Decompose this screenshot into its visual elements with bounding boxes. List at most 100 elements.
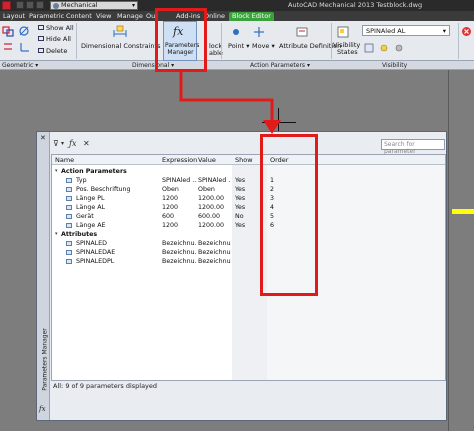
delete-button[interactable]: Delete xyxy=(38,47,67,55)
tab-block-editor[interactable]: Block Editor xyxy=(229,12,274,21)
parameter-value[interactable]: Oben xyxy=(198,186,231,193)
parameter-show[interactable]: Yes xyxy=(235,195,245,202)
hide-all-button[interactable]: Hide All xyxy=(38,35,71,43)
palette-title-bar[interactable]: ✕ Parameters Manager fx xyxy=(37,132,50,420)
crosshair-cursor xyxy=(262,122,296,123)
dimensional-constraint-icon[interactable] xyxy=(113,24,127,38)
visibility-states-icon[interactable] xyxy=(337,26,349,38)
column-header-value[interactable]: Value xyxy=(198,156,216,164)
delete-parameter-icon[interactable]: ✕ xyxy=(83,139,90,148)
parameter-show[interactable]: No xyxy=(235,213,244,220)
parallel-constraint-icon[interactable] xyxy=(2,41,14,53)
panel-title-geometric[interactable]: Geometric ▾ xyxy=(2,62,38,69)
column-header-name[interactable]: Name xyxy=(55,156,74,164)
parameter-show[interactable]: Yes xyxy=(235,222,245,229)
panel-title-visibility[interactable]: Visibility xyxy=(382,62,407,69)
new-user-parameter-icon[interactable]: ƒx xyxy=(69,139,76,148)
table-row[interactable]: Pos. Beschriftung Oben Oben Yes 2 xyxy=(52,185,445,194)
chevron-down-icon[interactable]: ▾ xyxy=(61,140,64,147)
tab-parametric[interactable]: Parametric xyxy=(29,12,64,21)
annotation-box-parameters-manager xyxy=(155,8,207,72)
category-row-action-parameters[interactable]: ▾ Action Parameters xyxy=(52,167,445,176)
drawing-geometry xyxy=(452,209,474,214)
parameter-show[interactable]: Yes xyxy=(235,204,245,211)
move-action-icon[interactable] xyxy=(253,26,265,38)
ribbon-panel: Show All Hide All Delete Dimensional Con… xyxy=(0,21,474,61)
table-row[interactable]: Länge AE 1200 1200.00 Yes 6 xyxy=(52,221,445,230)
parameter-expression[interactable]: 1200 xyxy=(162,195,197,202)
make-invisible-icon[interactable] xyxy=(394,43,404,53)
new-file-icon[interactable] xyxy=(16,1,24,9)
category-row-attributes[interactable]: ▾ Attributes xyxy=(52,230,445,239)
attribute-expression[interactable]: Bezeichnu... xyxy=(162,249,197,256)
show-all-button[interactable]: Show All xyxy=(38,24,74,32)
search-parameter-input[interactable]: Search for parameter xyxy=(381,139,445,155)
workspace-dropdown[interactable]: Mechanical ▾ xyxy=(50,1,138,10)
attribute-expression[interactable]: Bezeichnu... xyxy=(162,240,197,247)
visibility-state-dropdown[interactable]: SPINAled AL ▾ xyxy=(362,25,450,36)
table-row[interactable]: SPINALEDAE Bezeichnu...Bezeichnu... xyxy=(52,248,445,257)
visibility-states-label-2[interactable]: States xyxy=(337,48,358,56)
parameter-value[interactable]: SPINAled ... xyxy=(198,177,231,184)
open-file-icon[interactable] xyxy=(26,1,34,9)
table-row[interactable]: SPINALED Bezeichnu...Bezeichnu... xyxy=(52,239,445,248)
attribute-name: SPINALEDAE xyxy=(76,249,116,256)
geometric-constraint-icon[interactable] xyxy=(2,25,14,37)
attribute-value[interactable]: Bezeichnu... xyxy=(198,249,231,256)
chevron-down-icon: ▾ xyxy=(442,27,446,35)
fx-icon: fx xyxy=(39,405,46,413)
column-header-show[interactable]: Show xyxy=(235,156,253,164)
parameter-expression[interactable]: 1200 xyxy=(162,222,197,229)
table-row[interactable]: Länge PL 1200 1200.00 Yes 3 xyxy=(52,194,445,203)
close-block-editor-icon[interactable] xyxy=(461,26,472,37)
attribute-icon xyxy=(66,259,72,264)
move-action-button[interactable]: Move ▾ xyxy=(252,42,275,50)
attribute-definition-icon[interactable] xyxy=(296,26,308,38)
parameter-value[interactable]: 1200.00 xyxy=(198,195,231,202)
palette-toolbar: ⊽ ▾ ƒx ✕ Search for parameter xyxy=(51,137,446,155)
visibility-mode-icon[interactable] xyxy=(364,43,374,53)
tab-online[interactable]: Online xyxy=(204,12,225,21)
table-row[interactable]: SPINALEDPL Bezeichnu...Bezeichnu... xyxy=(52,257,445,266)
parameter-expression[interactable]: 600 xyxy=(162,213,197,220)
table-row[interactable]: Typ SPINAled ... SPINAled ... Yes 1 xyxy=(52,176,445,185)
filter-icon[interactable]: ⊽ xyxy=(53,139,59,148)
parameter-value[interactable]: 600.00 xyxy=(198,213,231,220)
collapse-icon[interactable]: ▾ xyxy=(55,231,58,237)
parameter-expression[interactable]: 1200 xyxy=(162,204,197,211)
tab-manage[interactable]: Manage xyxy=(117,12,143,21)
make-visible-icon[interactable] xyxy=(379,43,389,53)
parameter-icon xyxy=(66,196,72,201)
tab-layout[interactable]: Layout xyxy=(3,12,25,21)
point-parameter-button[interactable]: Point ▾ xyxy=(228,42,249,50)
attribute-expression[interactable]: Bezeichnu... xyxy=(162,258,197,265)
ribbon-separator xyxy=(331,23,332,59)
close-icon[interactable]: ✕ xyxy=(40,134,46,142)
tab-view[interactable]: View xyxy=(96,12,111,21)
application-menu-icon[interactable] xyxy=(2,1,11,10)
collapse-icon[interactable]: ▾ xyxy=(55,168,58,174)
parameter-icon xyxy=(66,214,72,219)
auto-constrain-icon[interactable] xyxy=(18,25,30,37)
parameter-icon xyxy=(66,178,72,183)
parameter-value[interactable]: 1200.00 xyxy=(198,222,231,229)
parameter-value[interactable]: 1200.00 xyxy=(198,204,231,211)
point-parameter-icon[interactable] xyxy=(230,26,242,38)
parameter-show[interactable]: Yes xyxy=(235,186,245,193)
parameter-expression[interactable]: SPINAled ... xyxy=(162,177,197,184)
parameter-expression[interactable]: Oben xyxy=(162,186,197,193)
column-header-expression[interactable]: Expression xyxy=(162,156,197,164)
parameter-name: Gerät xyxy=(76,213,94,220)
attribute-value[interactable]: Bezeichnu... xyxy=(198,240,231,247)
panel-title-action-parameters[interactable]: Action Parameters ▾ xyxy=(250,62,310,69)
table-row[interactable]: Länge AL 1200 1200.00 Yes 4 xyxy=(52,203,445,212)
annotation-box-order-column xyxy=(260,134,318,296)
table-row[interactable]: Gerät 600 600.00 No 5 xyxy=(52,212,445,221)
tab-content[interactable]: Content xyxy=(66,12,92,21)
perpendicular-constraint-icon[interactable] xyxy=(18,41,30,53)
save-file-icon[interactable] xyxy=(36,1,44,9)
palette-title: Parameters Manager xyxy=(41,328,49,391)
attribute-value[interactable]: Bezeichnu... xyxy=(198,258,231,265)
parameter-show[interactable]: Yes xyxy=(235,177,245,184)
status-text: All: 9 of 9 parameters displayed xyxy=(53,382,158,390)
